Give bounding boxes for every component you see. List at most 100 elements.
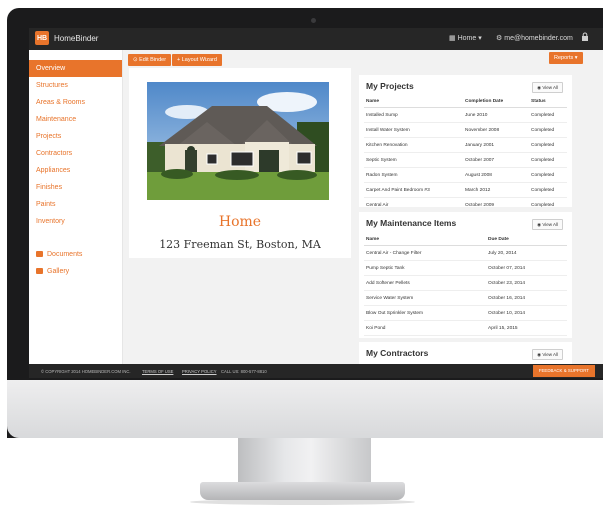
nav-user-label: me@homebinder.com bbox=[504, 35, 573, 42]
projects-col-status: Status bbox=[529, 95, 567, 108]
projects-col-name: Name bbox=[364, 95, 463, 108]
project-name: Radon System bbox=[364, 167, 463, 183]
layout-wizard-label: Layout Wizard bbox=[181, 57, 217, 63]
table-row[interactable]: Service Water System October 16, 2014 bbox=[364, 290, 567, 306]
table-row[interactable]: Koi Pond April 15, 2015 bbox=[364, 320, 567, 336]
maintenance-name: Central Air - Change Filter bbox=[364, 245, 486, 261]
monitor-stand-foot bbox=[200, 482, 405, 500]
folder-icon bbox=[36, 251, 43, 257]
project-status: Completed bbox=[529, 107, 567, 123]
project-date: November 2008 bbox=[463, 122, 529, 138]
edit-binder-button[interactable]: ⊙ Edit Binder bbox=[128, 54, 172, 66]
app-screen: HB HomeBinder ▦ Home ▾ ⚙ me@homebinder.c… bbox=[29, 28, 603, 378]
projects-table: Name Completion Date Status Installed Su… bbox=[364, 95, 567, 213]
projects-title: My Projects bbox=[366, 81, 414, 91]
reports-button[interactable]: Reports ▾ bbox=[549, 52, 583, 64]
projects-panel: My Projects ◉ View All Name Completion D… bbox=[359, 75, 572, 213]
maintenance-due: October 10, 2014 bbox=[486, 305, 567, 321]
project-name: Install Water System bbox=[364, 122, 463, 138]
monitor-chin bbox=[7, 380, 603, 438]
table-row[interactable]: Installed Sump June 2010 Completed bbox=[364, 107, 567, 123]
top-navbar: HB HomeBinder ▦ Home ▾ ⚙ me@homebinder.c… bbox=[29, 28, 603, 50]
home-address: 123 Freeman St, Boston, MA bbox=[159, 238, 321, 251]
project-date: August 2008 bbox=[463, 167, 529, 183]
camera-dot bbox=[311, 18, 316, 23]
project-name: Installed Sump bbox=[364, 107, 463, 123]
sidebar-item-structures[interactable]: Structures bbox=[29, 77, 122, 94]
sidebar-item-inventory[interactable]: Inventory bbox=[29, 213, 122, 230]
contractors-view-all-button[interactable]: ◉ View All bbox=[532, 349, 563, 360]
lock-icon[interactable] bbox=[581, 32, 589, 42]
footer-privacy-link[interactable]: PRIVACY POLICY bbox=[182, 369, 217, 374]
homebinder-logo[interactable]: HB bbox=[35, 31, 49, 45]
picture-icon bbox=[36, 268, 43, 274]
sidebar-item-documents[interactable]: Documents bbox=[29, 246, 122, 263]
sidebar-item-areas-rooms[interactable]: Areas & Rooms bbox=[29, 94, 122, 111]
chevron-down-icon: ▾ bbox=[573, 55, 578, 61]
table-row[interactable]: Carpet And Paint Bedroom #3 March 2012 Com… bbox=[364, 182, 567, 198]
table-row[interactable]: Add Softener Pellets October 23, 2014 bbox=[364, 275, 567, 291]
sidebar-documents-label: Documents bbox=[47, 251, 83, 258]
reports-label: Reports bbox=[554, 55, 574, 61]
table-row[interactable]: Pump Septic Tank October 07, 2014 bbox=[364, 260, 567, 276]
project-status: Completed bbox=[529, 182, 567, 198]
sidebar-item-appliances[interactable]: Appliances bbox=[29, 162, 122, 179]
sidebar: Overview Structures Areas & Rooms Mainte… bbox=[29, 50, 123, 364]
sidebar-item-overview[interactable]: Overview bbox=[29, 60, 122, 77]
maintenance-view-all-label: View All bbox=[542, 222, 558, 227]
project-name: Carpet And Paint Bedroom #3 bbox=[364, 182, 463, 198]
maintenance-view-all-button[interactable]: ◉ View All bbox=[532, 219, 563, 230]
project-status: Completed bbox=[529, 167, 567, 183]
edit-binder-label: Edit Binder bbox=[139, 57, 167, 63]
nav-home-label: Home bbox=[457, 35, 477, 42]
table-row[interactable]: Radon System August 2008 Completed bbox=[364, 167, 567, 183]
projects-view-all-button[interactable]: ◉ View All bbox=[532, 82, 563, 93]
table-row[interactable]: Blow Out Sprinkler System October 10, 201… bbox=[364, 305, 567, 321]
project-date: January 2001 bbox=[463, 137, 529, 153]
project-status: Completed bbox=[529, 122, 567, 138]
home-icon: ▦ bbox=[449, 35, 458, 42]
table-row[interactable]: Septic System October 2007 Completed bbox=[364, 152, 567, 168]
maintenance-title: My Maintenance Items bbox=[366, 218, 457, 228]
maintenance-due: October 16, 2014 bbox=[486, 290, 567, 306]
sidebar-item-projects[interactable]: Projects bbox=[29, 128, 122, 145]
layout-wizard-button[interactable]: + Layout Wizard bbox=[172, 54, 222, 66]
sidebar-item-contractors[interactable]: Contractors bbox=[29, 145, 122, 162]
maintenance-col-due: Due Date bbox=[486, 233, 567, 246]
sidebar-gallery-label: Gallery bbox=[47, 268, 70, 275]
footer-copyright: © COPYRIGHT 2014 HOMEBINDER.COM INC. bbox=[41, 369, 131, 374]
footer-terms-link[interactable]: TERMS OF USE bbox=[142, 369, 173, 374]
maintenance-name: Koi Pond bbox=[364, 320, 486, 336]
footer-phone: CALL US: 800-577-8810 bbox=[221, 369, 267, 374]
table-row[interactable]: Kitchen Renovation January 2001 Completed bbox=[364, 137, 567, 153]
feedback-support-button[interactable]: FEEDBACK & SUPPORT bbox=[532, 365, 595, 377]
maintenance-name: Pump Septic Tank bbox=[364, 260, 486, 276]
sidebar-item-paints[interactable]: Paints bbox=[29, 196, 122, 213]
sidebar-item-maintenance[interactable]: Maintenance bbox=[29, 111, 122, 128]
chevron-down-icon: ▾ bbox=[476, 35, 482, 42]
sidebar-item-gallery[interactable]: Gallery bbox=[29, 263, 122, 280]
nav-user-menu[interactable]: ⚙ me@homebinder.com bbox=[496, 34, 573, 42]
table-row[interactable]: Install Water System November 2008 Complet… bbox=[364, 122, 567, 138]
sidebar-item-finishes[interactable]: Finishes bbox=[29, 179, 122, 196]
contractors-panel: My Contractors ◉ View All bbox=[359, 342, 572, 364]
nav-home-menu[interactable]: ▦ Home ▾ bbox=[449, 34, 482, 42]
contractors-title: My Contractors bbox=[366, 348, 429, 358]
table-row[interactable]: Central Air October 2009 Completed bbox=[364, 197, 567, 213]
table-row[interactable]: Central Air - Change Filter July 20, 2014 bbox=[364, 245, 567, 261]
project-date: March 2012 bbox=[463, 182, 529, 198]
maintenance-table: Name Due Date Central Air - Change Filte… bbox=[364, 233, 567, 336]
project-date: October 2007 bbox=[463, 152, 529, 168]
project-status: Completed bbox=[529, 152, 567, 168]
maintenance-due: July 20, 2014 bbox=[486, 245, 567, 261]
contractors-view-all-label: View All bbox=[542, 352, 558, 357]
project-status: Completed bbox=[529, 197, 567, 213]
project-date: October 2009 bbox=[463, 197, 529, 213]
maintenance-due: April 15, 2015 bbox=[486, 320, 567, 336]
brand-name[interactable]: HomeBinder bbox=[54, 34, 98, 43]
project-name: Septic System bbox=[364, 152, 463, 168]
project-name: Central Air bbox=[364, 197, 463, 213]
gear-icon: ⚙ bbox=[496, 35, 505, 42]
house-photo bbox=[147, 82, 329, 200]
maintenance-name: Service Water System bbox=[364, 290, 486, 306]
